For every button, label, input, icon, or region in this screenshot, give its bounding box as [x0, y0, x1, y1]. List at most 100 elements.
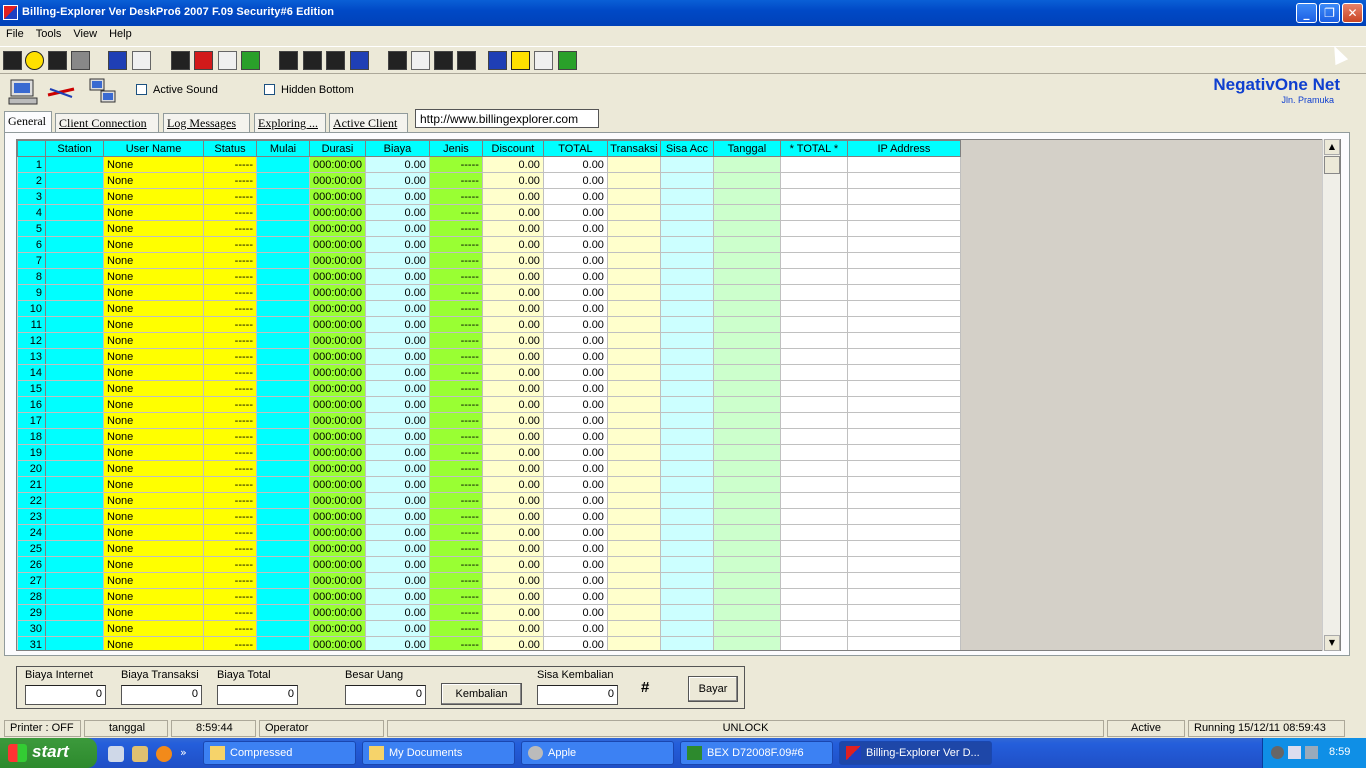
cell-ip-address[interactable] [847, 396, 961, 413]
cell-sisa-acc[interactable] [660, 412, 714, 429]
cell-ip-address[interactable] [847, 300, 961, 317]
table-row[interactable]: 18 None ----- 000:00:00 0.00 ----- 0.00 0.00 [17, 428, 961, 445]
cell-jenis[interactable]: ----- [429, 588, 483, 605]
table-row[interactable]: 27 None ----- 000:00:00 0.00 ----- 0.00 0.00 [17, 572, 961, 589]
cell-total[interactable]: 0.00 [543, 300, 608, 317]
toolbar-monitor-icon[interactable] [108, 51, 127, 70]
col-ip-address[interactable]: IP Address [846, 140, 961, 157]
cell-sisa-acc[interactable] [660, 364, 714, 381]
cell-total[interactable]: 0.00 [543, 268, 608, 285]
cell-grand-total[interactable] [780, 284, 848, 301]
cell-grand-total[interactable] [780, 636, 848, 650]
cell-user-name[interactable]: None [103, 252, 204, 269]
cell-discount[interactable]: 0.00 [482, 396, 544, 413]
cell-jenis[interactable]: ----- [429, 156, 483, 173]
cell-station[interactable] [45, 492, 104, 509]
cell-sisa-acc[interactable] [660, 252, 714, 269]
cell-station[interactable] [45, 604, 104, 621]
cell-mulai[interactable] [256, 604, 310, 621]
tab-general[interactable]: General [4, 111, 52, 132]
cell-jenis[interactable]: ----- [429, 636, 483, 650]
cell-tanggal[interactable] [713, 396, 781, 413]
cell-biaya[interactable]: 0.00 [365, 252, 430, 269]
cell-user-name[interactable]: None [103, 636, 204, 650]
col-mulai[interactable]: Mulai [256, 140, 310, 157]
cell-user-name[interactable]: None [103, 556, 204, 573]
cell-discount[interactable]: 0.00 [482, 476, 544, 493]
cell-transaksi[interactable] [607, 508, 661, 525]
cell-durasi[interactable]: 000:00:00 [309, 284, 366, 301]
cell-status[interactable]: ----- [203, 364, 257, 381]
cell-durasi[interactable]: 000:00:00 [309, 620, 366, 637]
table-row[interactable]: 28 None ----- 000:00:00 0.00 ----- 0.00 0.00 [17, 588, 961, 605]
cell-mulai[interactable] [256, 172, 310, 189]
cell-transaksi[interactable] [607, 412, 661, 429]
cell-mulai[interactable] [256, 492, 310, 509]
col-tanggal[interactable]: Tanggal [712, 140, 781, 157]
cell-sisa-acc[interactable] [660, 300, 714, 317]
cell-ip-address[interactable] [847, 492, 961, 509]
cell-durasi[interactable]: 000:00:00 [309, 428, 366, 445]
col-grand-total[interactable]: * TOTAL * [779, 140, 848, 157]
col-total[interactable]: TOTAL [542, 140, 608, 157]
cell-status[interactable]: ----- [203, 604, 257, 621]
tab-client-connection[interactable]: Client Connection [55, 113, 159, 132]
cell-mulai[interactable] [256, 636, 310, 650]
cell-biaya[interactable]: 0.00 [365, 636, 430, 650]
cell-mulai[interactable] [256, 508, 310, 525]
table-row[interactable]: 16 None ----- 000:00:00 0.00 ----- 0.00 0.00 [17, 396, 961, 413]
cell-status[interactable]: ----- [203, 220, 257, 237]
table-row[interactable]: 6 None ----- 000:00:00 0.00 ----- 0.00 0.00 [17, 236, 961, 253]
cell-biaya[interactable]: 0.00 [365, 156, 430, 173]
cell-biaya[interactable]: 0.00 [365, 556, 430, 573]
cell-ip-address[interactable] [847, 444, 961, 461]
cell-biaya[interactable]: 0.00 [365, 364, 430, 381]
cell-status[interactable]: ----- [203, 492, 257, 509]
cell-grand-total[interactable] [780, 268, 848, 285]
cell-status[interactable]: ----- [203, 396, 257, 413]
cell-user-name[interactable]: None [103, 508, 204, 525]
cell-biaya[interactable]: 0.00 [365, 348, 430, 365]
cell-status[interactable]: ----- [203, 556, 257, 573]
cell-biaya[interactable]: 0.00 [365, 428, 430, 445]
cell-ip-address[interactable] [847, 268, 961, 285]
cell-transaksi[interactable] [607, 204, 661, 221]
cell-jenis[interactable]: ----- [429, 508, 483, 525]
cell-mulai[interactable] [256, 460, 310, 477]
cell-station[interactable] [45, 348, 104, 365]
cell-transaksi[interactable] [607, 492, 661, 509]
tab-log-messages[interactable]: Log Messages [163, 113, 250, 132]
cell-user-name[interactable]: None [103, 396, 204, 413]
cell-station[interactable] [45, 636, 104, 650]
cell-total[interactable]: 0.00 [543, 556, 608, 573]
cell-tanggal[interactable] [713, 636, 781, 650]
cell-status[interactable]: ----- [203, 188, 257, 205]
cell-status[interactable]: ----- [203, 428, 257, 445]
cell-user-name[interactable]: None [103, 492, 204, 509]
cell-sisa-acc[interactable] [660, 540, 714, 557]
cell-total[interactable]: 0.00 [543, 588, 608, 605]
cell-grand-total[interactable] [780, 348, 848, 365]
cell-status[interactable]: ----- [203, 316, 257, 333]
table-row[interactable]: 15 None ----- 000:00:00 0.00 ----- 0.00 0.00 [17, 380, 961, 397]
cell-sisa-acc[interactable] [660, 556, 714, 573]
cell-status[interactable]: ----- [203, 588, 257, 605]
cell-discount[interactable]: 0.00 [482, 588, 544, 605]
table-row[interactable]: 31 None ----- 000:00:00 0.00 ----- 0.00 0.00 [17, 636, 961, 650]
cell-jenis[interactable]: ----- [429, 204, 483, 221]
quicklaunch-ie-icon[interactable] [108, 746, 124, 762]
toolbar-smiley-icon[interactable] [25, 51, 44, 70]
network-computers-icon[interactable] [88, 77, 118, 107]
quicklaunch-more-icon[interactable]: » [180, 746, 196, 762]
cell-sisa-acc[interactable] [660, 380, 714, 397]
cell-sisa-acc[interactable] [660, 156, 714, 173]
cell-tanggal[interactable] [713, 332, 781, 349]
cell-ip-address[interactable] [847, 316, 961, 333]
cell-total[interactable]: 0.00 [543, 252, 608, 269]
cell-durasi[interactable]: 000:00:00 [309, 380, 366, 397]
cell-grand-total[interactable] [780, 396, 848, 413]
cell-ip-address[interactable] [847, 380, 961, 397]
cell-discount[interactable]: 0.00 [482, 412, 544, 429]
cell-ip-address[interactable] [847, 188, 961, 205]
cell-transaksi[interactable] [607, 172, 661, 189]
